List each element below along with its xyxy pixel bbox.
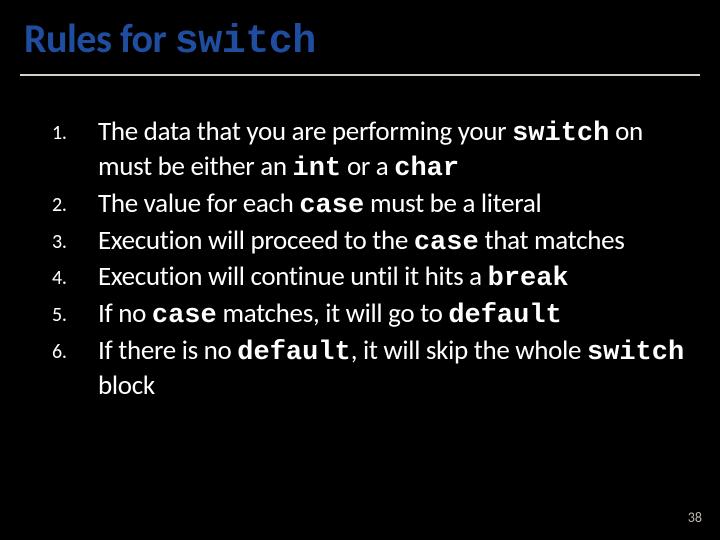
title-prefix: Rules for <box>24 14 175 63</box>
title-area: Rules for switch <box>0 0 720 64</box>
code-keyword: default <box>448 301 561 331</box>
slide-body: The data that you are performing your sw… <box>0 76 720 402</box>
rule-item: If no case matches, it will go to defaul… <box>98 298 688 333</box>
code-keyword: case <box>152 301 217 331</box>
rule-text: , it will skip the whole <box>351 334 587 367</box>
code-keyword: switch <box>587 338 684 368</box>
rule-text: Execution will proceed to the <box>98 224 414 257</box>
title-keyword: switch <box>175 20 316 65</box>
rule-text: The data that you are performing your <box>98 115 512 148</box>
slide-title: Rules for switch <box>24 18 720 64</box>
rule-item: Execution will proceed to the case that … <box>98 225 688 260</box>
code-keyword: switch <box>512 119 609 149</box>
rule-text: that matches <box>479 224 625 257</box>
rule-item: The value for each case must be a litera… <box>98 188 688 223</box>
rule-text: The value for each <box>98 187 299 220</box>
page-number: 38 <box>688 509 702 526</box>
slide: Rules for switch The data that you are p… <box>0 0 720 540</box>
code-keyword: case <box>414 228 479 258</box>
rule-item: The data that you are performing your sw… <box>98 116 688 186</box>
code-keyword: break <box>488 264 569 294</box>
code-keyword: case <box>299 191 364 221</box>
rule-text: If no <box>98 297 152 330</box>
rule-text: block <box>98 369 155 402</box>
code-keyword: default <box>237 338 350 368</box>
rule-text: matches, it will go to <box>217 297 449 330</box>
rule-item: If there is no default, it will skip the… <box>98 335 688 402</box>
rule-text: must be a literal <box>364 187 541 220</box>
code-keyword: int <box>293 154 342 184</box>
code-keyword: char <box>394 154 459 184</box>
rule-text: Execution will continue until it hits a <box>98 260 488 293</box>
rule-item: Execution will continue until it hits a … <box>98 261 688 296</box>
rules-list: The data that you are performing your sw… <box>40 116 688 402</box>
rule-text: or a <box>341 150 394 183</box>
rule-text: If there is no <box>98 334 237 367</box>
